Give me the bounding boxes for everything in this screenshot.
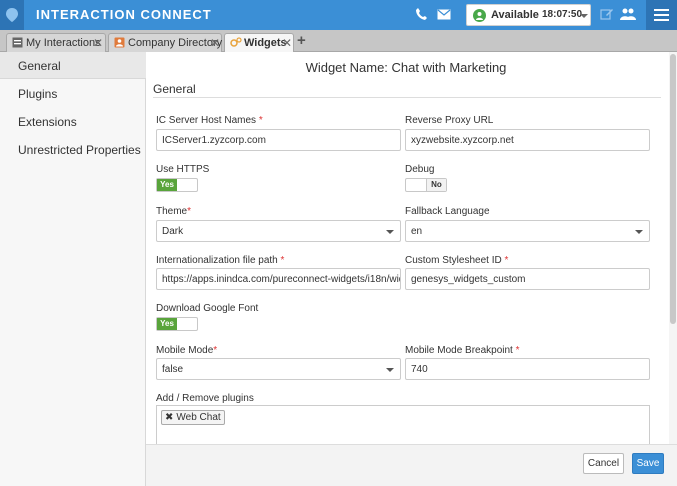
close-icon[interactable]: ✕ bbox=[282, 36, 292, 50]
theme-select[interactable]: Dark bbox=[156, 220, 401, 242]
scrollbar[interactable] bbox=[669, 52, 677, 444]
chevron-down-icon bbox=[580, 14, 588, 18]
i18n-path-input[interactable]: https://apps.inindca.com/pureconnect-wid… bbox=[156, 268, 401, 290]
toggle-state: Yes bbox=[157, 318, 177, 330]
tab-my-interactions[interactable]: My Interactions ✕ bbox=[6, 33, 106, 52]
tab-company-directory[interactable]: Company Directory ✕ bbox=[108, 33, 222, 52]
status-time: 18:07:50 bbox=[542, 9, 583, 20]
chevron-down-icon bbox=[386, 368, 394, 372]
app-logo bbox=[0, 0, 24, 30]
mail-icon[interactable] bbox=[437, 9, 451, 23]
footer: Cancel Save bbox=[146, 444, 677, 486]
tab-label: My Interactions bbox=[26, 37, 101, 49]
mobile-mode-select[interactable]: false bbox=[156, 358, 401, 380]
app-title: INTERACTION CONNECT bbox=[36, 7, 212, 22]
save-button[interactable]: Save bbox=[632, 453, 664, 474]
mobile-mode-label: Mobile Mode* bbox=[156, 345, 218, 356]
tab-label: Widgets bbox=[244, 37, 287, 49]
phone-icon[interactable] bbox=[415, 7, 428, 24]
fallback-language-select[interactable]: en bbox=[405, 220, 650, 242]
stylesheet-id-input[interactable]: genesys_widgets_custom bbox=[405, 268, 650, 290]
directory-icon bbox=[114, 37, 125, 48]
interactions-icon bbox=[12, 37, 23, 48]
tab-bar: My Interactions ✕ Company Directory ✕ Wi… bbox=[0, 30, 677, 53]
use-https-toggle[interactable]: Yes bbox=[156, 178, 198, 192]
toggle-state: Yes bbox=[157, 179, 177, 191]
tab-widgets[interactable]: Widgets ✕ bbox=[224, 33, 294, 53]
theme-label: Theme* bbox=[156, 206, 192, 217]
sidebar-item-plugins[interactable]: Plugins bbox=[0, 80, 146, 107]
fallback-language-value: en bbox=[411, 226, 423, 237]
plugin-chip-web-chat[interactable]: ✖ Web Chat bbox=[161, 410, 225, 425]
hamburger-menu-button[interactable] bbox=[646, 0, 677, 30]
close-icon[interactable]: ✕ bbox=[210, 36, 220, 50]
add-tab-icon[interactable]: + bbox=[297, 32, 306, 49]
stylesheet-id-label: Custom Stylesheet ID * bbox=[405, 255, 509, 266]
top-bar: INTERACTION CONNECT Available 18:07:50 bbox=[0, 0, 677, 30]
status-selector[interactable]: Available 18:07:50 bbox=[466, 4, 591, 26]
cancel-button[interactable]: Cancel bbox=[583, 453, 624, 474]
remove-chip-icon[interactable]: ✖ bbox=[165, 412, 173, 423]
google-font-label: Download Google Font bbox=[156, 303, 259, 314]
ic-server-input[interactable]: ICServer1.zyzcorp.com bbox=[156, 129, 401, 151]
status-label: Available bbox=[491, 9, 539, 21]
google-font-toggle[interactable]: Yes bbox=[156, 317, 198, 331]
page-title: Widget Name: Chat with Marketing bbox=[305, 60, 507, 75]
main-panel: Widget Name: Chat with Marketing General… bbox=[146, 52, 677, 444]
mobile-mode-value: false bbox=[162, 364, 184, 375]
toggle-state: No bbox=[426, 179, 446, 191]
reverse-proxy-input[interactable]: xyzwebsite.xyzcorp.net bbox=[405, 129, 650, 151]
logo-icon bbox=[6, 8, 18, 22]
sidebar-item-unrestricted-properties[interactable]: Unrestricted Properties bbox=[0, 136, 146, 163]
reverse-proxy-label: Reverse Proxy URL bbox=[405, 115, 494, 126]
theme-value: Dark bbox=[162, 226, 184, 237]
debug-label: Debug bbox=[405, 164, 435, 175]
plugins-label: Add / Remove plugins bbox=[156, 393, 254, 404]
debug-toggle[interactable]: No bbox=[405, 178, 447, 192]
users-icon[interactable] bbox=[620, 7, 636, 24]
widgets-icon bbox=[230, 37, 242, 48]
close-icon[interactable]: ✕ bbox=[93, 36, 103, 50]
chevron-down-icon bbox=[386, 230, 394, 234]
fallback-language-label: Fallback Language bbox=[405, 206, 490, 217]
i18n-path-label: Internationalization file path * bbox=[156, 255, 285, 266]
sidebar: General Plugins Extensions Unrestricted … bbox=[0, 52, 146, 486]
available-status-icon bbox=[473, 9, 486, 22]
chevron-down-icon bbox=[635, 230, 643, 234]
plugins-multiselect[interactable]: ✖ Web Chat bbox=[156, 405, 650, 444]
ic-server-label: IC Server Host Names * bbox=[156, 115, 263, 126]
section-divider bbox=[153, 97, 661, 98]
section-title: General bbox=[153, 82, 196, 96]
edit-icon[interactable] bbox=[600, 7, 614, 24]
use-https-label: Use HTTPS bbox=[156, 164, 210, 175]
sidebar-item-general[interactable]: General bbox=[0, 52, 146, 79]
sidebar-item-extensions[interactable]: Extensions bbox=[0, 108, 146, 135]
mobile-breakpoint-input[interactable]: 740 bbox=[405, 358, 650, 380]
mobile-breakpoint-label: Mobile Mode Breakpoint * bbox=[405, 345, 520, 356]
scrollbar-thumb[interactable] bbox=[670, 54, 676, 324]
tab-label: Company Directory bbox=[128, 37, 223, 49]
